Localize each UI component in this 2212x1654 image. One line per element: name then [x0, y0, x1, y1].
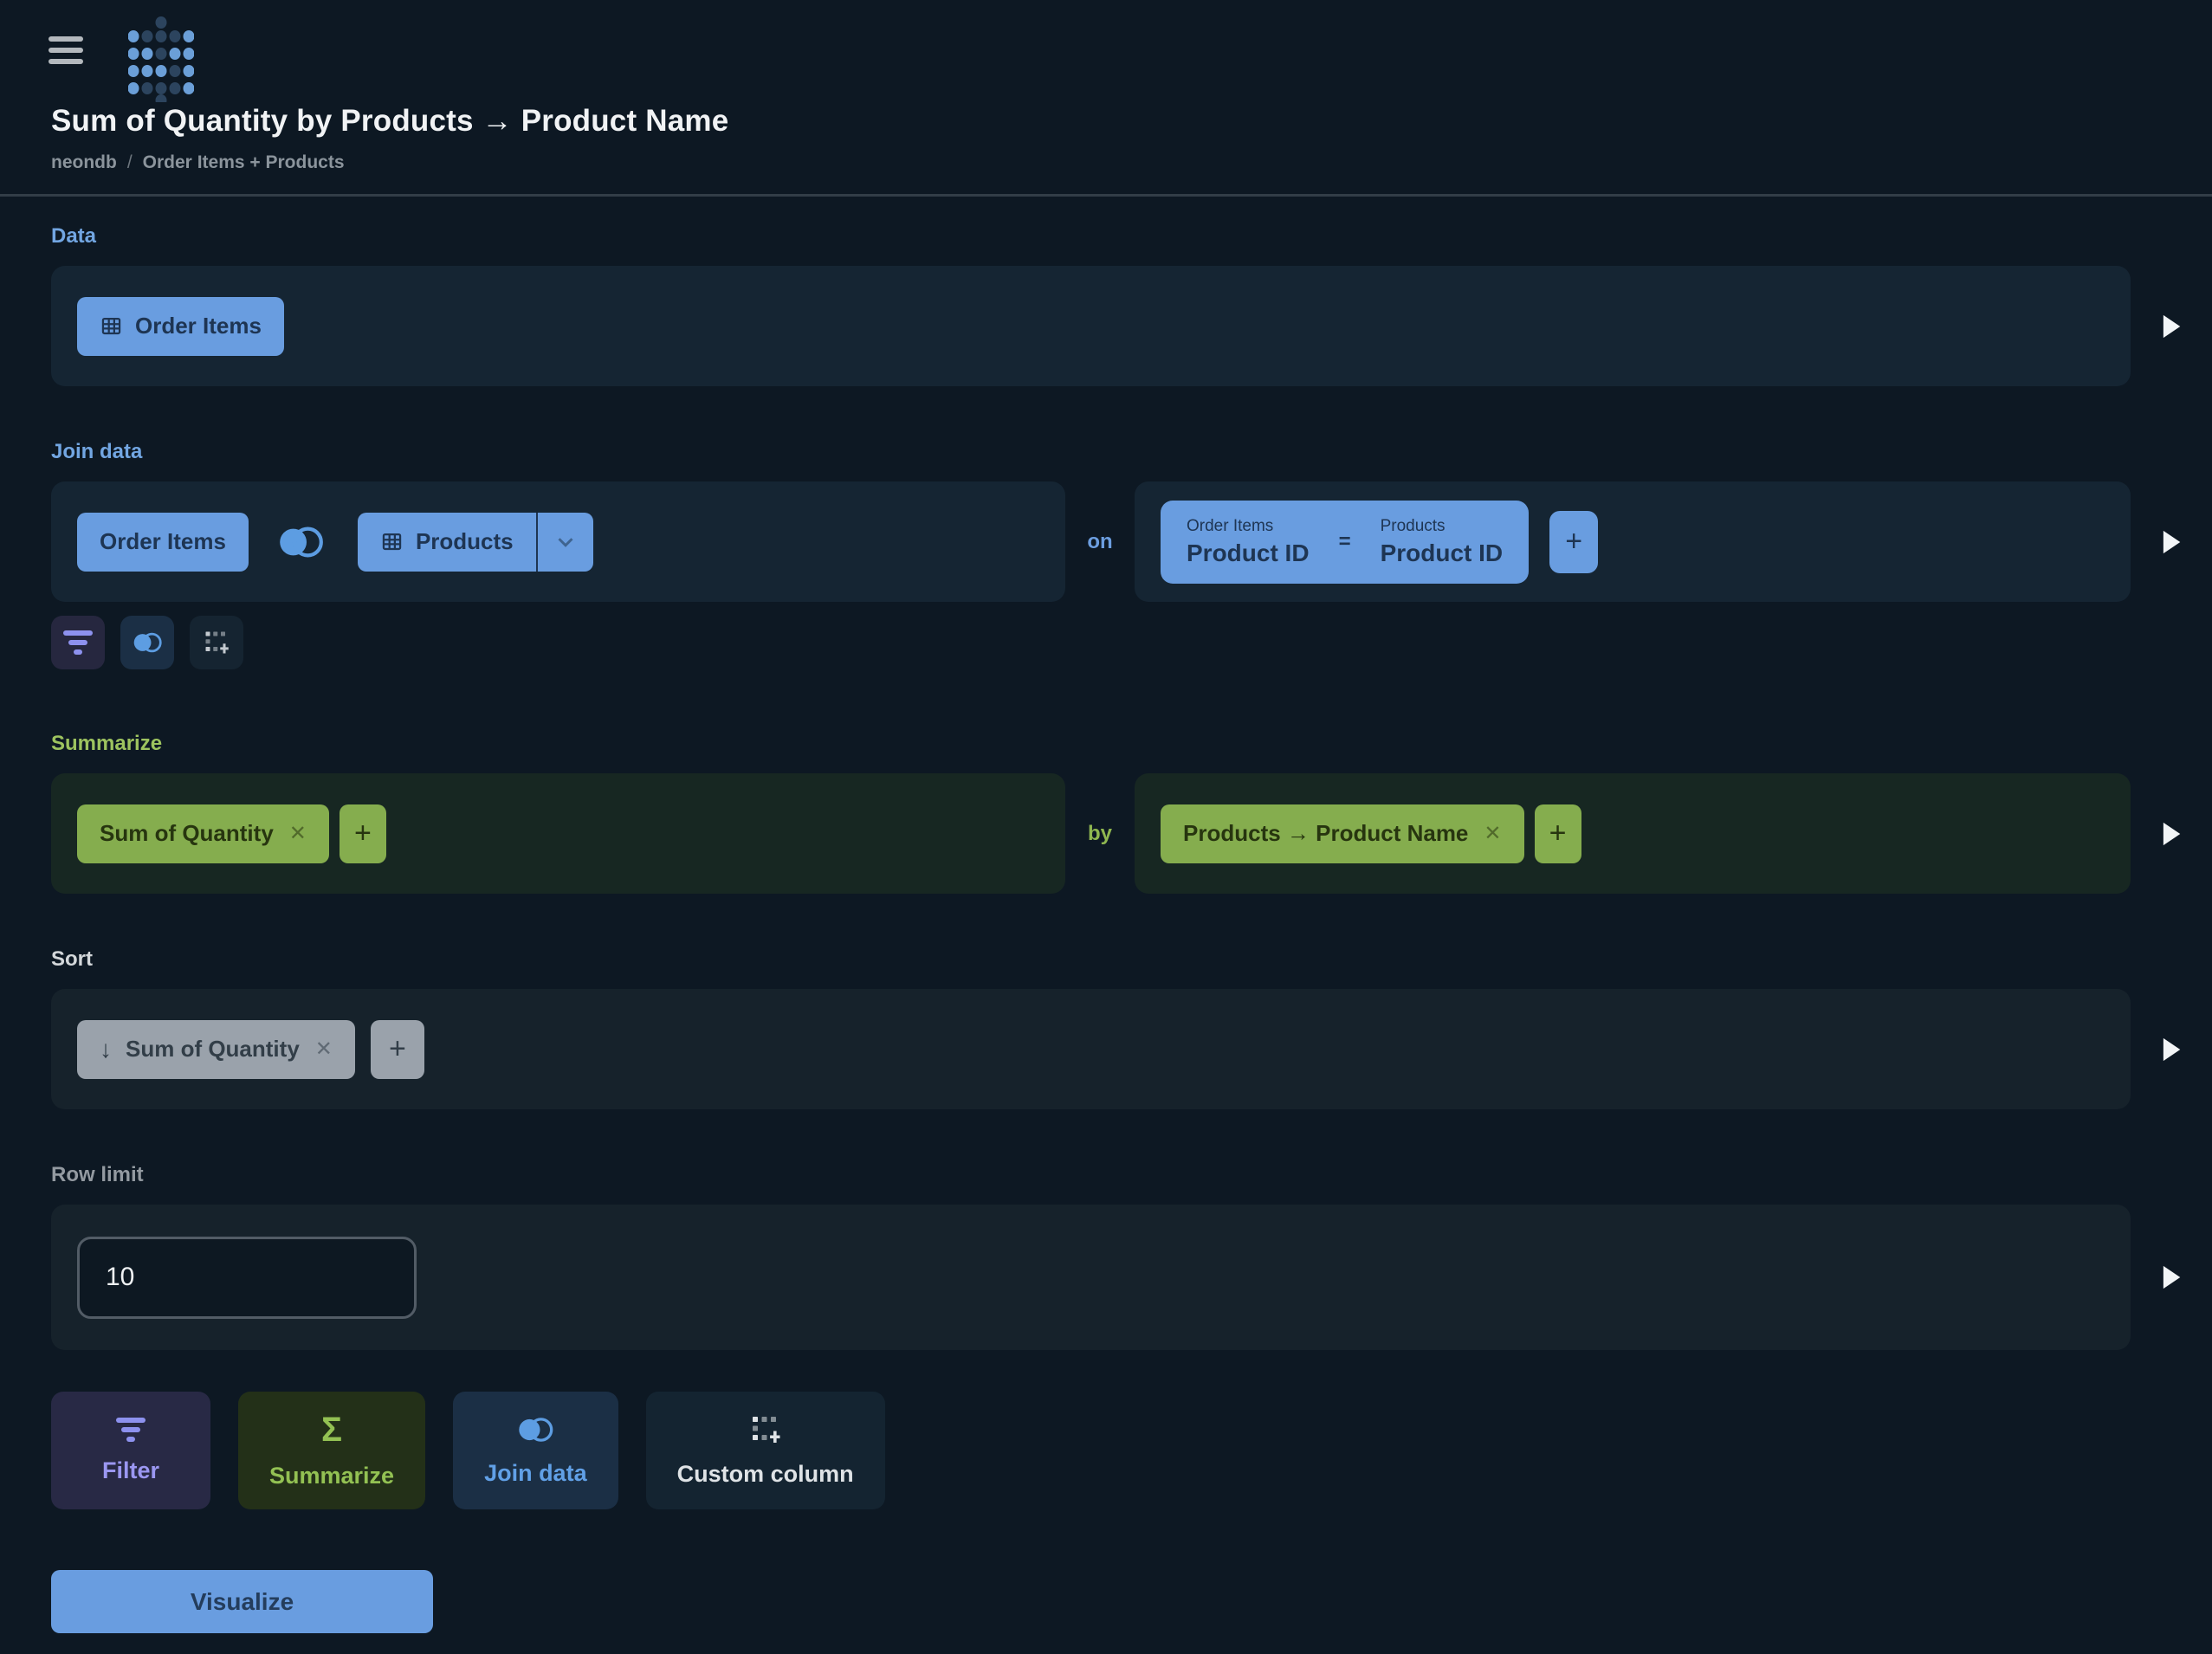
row-limit-input[interactable]	[77, 1237, 417, 1319]
chevron-down-icon	[553, 529, 579, 555]
breakout-pill[interactable]: Products → Product Name ✕	[1161, 804, 1524, 863]
play-icon	[2159, 528, 2183, 556]
data-section-label: Data	[51, 224, 2212, 249]
run-data-step-button[interactable]	[2159, 313, 2183, 340]
sort-item-label: Sum of Quantity	[126, 1036, 300, 1063]
breakout-label: Products → Product Name	[1183, 820, 1468, 847]
run-summarize-step-button[interactable]	[2159, 820, 2183, 848]
join-on-label: on	[1065, 530, 1135, 554]
visualize-button[interactable]: Visualize	[51, 1570, 433, 1633]
menu-icon[interactable]	[49, 23, 83, 64]
join-step-mini-actions	[51, 616, 2212, 669]
join-condition-left-table: Order Items	[1187, 517, 1273, 536]
run-sort-step-button[interactable]	[2159, 1036, 2183, 1063]
join-tables-panel: Order Items Products	[51, 481, 1065, 602]
breakout-panel: Products → Product Name ✕ +	[1135, 773, 2131, 894]
summarize-action-label: Summarize	[269, 1463, 394, 1489]
join-condition-left: Order Items Product ID	[1187, 517, 1310, 567]
summarize-action-button[interactable]: Σ Summarize	[238, 1392, 425, 1509]
filter-icon	[116, 1418, 146, 1442]
row-limit-section: Row limit	[0, 1163, 2212, 1350]
remove-sort-icon[interactable]: ✕	[312, 1039, 333, 1060]
sigma-icon: Σ	[321, 1412, 342, 1447]
join-right-table-dropdown[interactable]	[536, 513, 593, 572]
join-section: Join data Order Items	[0, 440, 2212, 669]
metabase-logo[interactable]	[128, 16, 194, 107]
add-aggregation-button[interactable]: +	[340, 804, 386, 863]
filter-action-label: Filter	[102, 1457, 159, 1484]
run-join-step-button[interactable]	[2159, 528, 2183, 556]
summarize-section: Summarize Sum of Quantity ✕ + by Product…	[0, 732, 2212, 894]
join-condition-right-column: Product ID	[1381, 539, 1504, 567]
join-right-table-split-button: Products	[358, 513, 593, 572]
data-panel: Order Items	[51, 266, 2131, 386]
join-left-venn-icon	[276, 523, 325, 561]
join-condition-right: Products Product ID	[1381, 517, 1504, 567]
breadcrumb-tables[interactable]: Order Items + Products	[143, 152, 345, 173]
breadcrumb-separator: /	[127, 152, 133, 173]
filter-action-button[interactable]: Filter	[51, 1392, 210, 1509]
join-data-action-label: Join data	[484, 1460, 587, 1487]
custom-column-action-button[interactable]: Custom column	[646, 1392, 885, 1509]
join-right-table-label: Products	[416, 528, 514, 555]
join-condition-operator: =	[1339, 530, 1351, 554]
summarize-by-label: by	[1065, 822, 1135, 846]
add-filter-step-button[interactable]	[51, 616, 105, 669]
join-left-table-button[interactable]: Order Items	[77, 513, 249, 572]
title-block: Sum of Quantity by Products → Product Na…	[0, 104, 2212, 173]
join-condition-right-table: Products	[1381, 517, 1446, 536]
row-limit-panel	[51, 1205, 2131, 1350]
join-data-action-button[interactable]: Join data	[453, 1392, 618, 1509]
play-icon	[2159, 313, 2183, 340]
metabase-logo-icon	[128, 16, 194, 102]
data-section: Data Order Items	[0, 224, 2212, 386]
breadcrumb: neondb / Order Items + Products	[51, 152, 2212, 173]
top-bar	[0, 0, 2212, 80]
aggregation-label: Sum of Quantity	[100, 820, 274, 847]
filter-icon	[63, 630, 93, 655]
join-condition-button[interactable]: Order Items Product ID = Products Produc…	[1161, 501, 1529, 584]
table-icon	[100, 314, 123, 338]
header-divider	[0, 194, 2212, 197]
add-join-condition-button[interactable]: +	[1549, 511, 1598, 573]
breadcrumb-database[interactable]: neondb	[51, 152, 117, 173]
play-icon	[2159, 1263, 2183, 1291]
page-title: Sum of Quantity by Products → Product Na…	[51, 104, 2212, 139]
summarize-section-label: Summarize	[51, 732, 2212, 756]
aggregation-pill[interactable]: Sum of Quantity ✕	[77, 804, 329, 863]
custom-column-icon	[750, 1414, 781, 1445]
notebook-editor: Data Order Items Join data	[0, 224, 2212, 1633]
sort-pill[interactable]: ↓ Sum of Quantity ✕	[77, 1020, 355, 1079]
join-venn-icon	[132, 630, 163, 655]
row-limit-section-label: Row limit	[51, 1163, 2212, 1187]
sort-descending-icon[interactable]: ↓	[100, 1036, 113, 1063]
remove-breakout-icon[interactable]: ✕	[1480, 824, 1501, 844]
add-sort-button[interactable]: +	[371, 1020, 424, 1079]
join-condition-left-column: Product ID	[1187, 539, 1310, 567]
remove-aggregation-icon[interactable]: ✕	[286, 824, 307, 844]
play-icon	[2159, 820, 2183, 848]
add-join-step-button[interactable]	[120, 616, 174, 669]
play-icon	[2159, 1036, 2183, 1063]
aggregation-panel: Sum of Quantity ✕ +	[51, 773, 1065, 894]
custom-column-icon	[204, 630, 230, 656]
custom-column-action-label: Custom column	[677, 1461, 854, 1488]
data-table-button[interactable]: Order Items	[77, 297, 284, 356]
data-table-label: Order Items	[135, 313, 262, 339]
sort-section: Sort ↓ Sum of Quantity ✕ +	[0, 947, 2212, 1109]
join-strategy-button[interactable]	[276, 523, 325, 561]
step-action-bar: Filter Σ Summarize Join data	[51, 1392, 2212, 1509]
join-section-label: Join data	[51, 440, 2212, 464]
join-venn-icon	[516, 1415, 554, 1444]
join-right-table-button[interactable]: Products	[358, 513, 536, 572]
table-icon	[380, 530, 404, 553]
run-row-limit-step-button[interactable]	[2159, 1263, 2183, 1291]
sort-section-label: Sort	[51, 947, 2212, 972]
add-custom-column-step-button[interactable]	[190, 616, 243, 669]
sort-panel: ↓ Sum of Quantity ✕ +	[51, 989, 2131, 1109]
add-breakout-button[interactable]: +	[1535, 804, 1581, 863]
join-left-table-label: Order Items	[100, 528, 226, 555]
join-condition-panel: Order Items Product ID = Products Produc…	[1135, 481, 2131, 602]
